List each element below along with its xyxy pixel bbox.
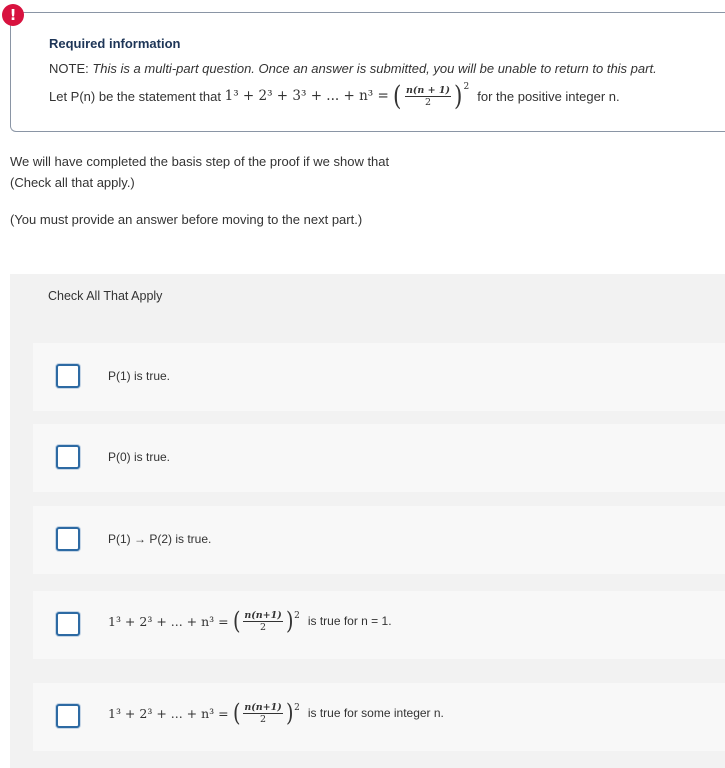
statement-prefix: Let P(n) be the statement that [49, 88, 221, 104]
checkbox[interactable] [56, 445, 80, 469]
option-p1-true[interactable]: P(1) is true. [33, 343, 725, 411]
exponent: 2 [294, 611, 300, 621]
option-label: P(0) is true. [108, 450, 171, 464]
close-paren: ) [285, 699, 294, 727]
formula-lhs: 1³ + 2³ + ... + n³ = [108, 705, 229, 721]
required-information-title: Required information [49, 36, 181, 51]
close-paren: ) [285, 607, 294, 635]
statement-suffix: for the positive integer n. [477, 88, 620, 104]
cata-header: Check All That Apply [48, 289, 163, 303]
open-paren: ( [232, 699, 241, 727]
statement-fraction: n(n + 1) 2 [404, 84, 451, 108]
checkbox[interactable] [56, 364, 80, 388]
question-line-2: (Check all that apply.) [10, 175, 135, 190]
fraction-denominator: 2 [260, 621, 267, 633]
formula-lhs: 1³ + 2³ + ... + n³ = [108, 613, 229, 629]
option-label: 1³ + 2³ + ... + n³ = ( n(n+1) 2 ) 2 is t… [108, 609, 392, 633]
option-label: P(1) → P(2) is true. [108, 532, 212, 546]
formula-fraction: n(n+1) 2 [243, 701, 283, 725]
option-label: 1³ + 2³ + ... + n³ = ( n(n+1) 2 ) 2 is t… [108, 701, 444, 725]
option-formula-some-integer[interactable]: 1³ + 2³ + ... + n³ = ( n(n+1) 2 ) 2 is t… [33, 683, 725, 751]
note-prefix: NOTE: [49, 61, 89, 76]
fraction-numerator: n(n + 1) [404, 84, 451, 97]
checkbox[interactable] [56, 612, 80, 636]
open-paren: ( [393, 80, 402, 112]
fraction-numerator: n(n+1) [243, 701, 283, 714]
fraction-numerator: n(n+1) [243, 609, 283, 622]
fraction-denominator: 2 [424, 96, 431, 108]
close-paren: ) [454, 80, 463, 112]
open-paren: ( [232, 607, 241, 635]
statement: Let P(n) be the statement that 1³ + 2³ +… [49, 80, 620, 112]
option-p1-implies-p2[interactable]: P(1) → P(2) is true. [33, 506, 725, 574]
fraction-denominator: 2 [260, 713, 267, 725]
exponent: 2 [463, 82, 470, 92]
note-body: This is a multi-part question. Once an a… [92, 61, 657, 76]
checkbox[interactable] [56, 527, 80, 551]
checkbox[interactable] [56, 704, 80, 728]
note-text: NOTE: This is a multi-part question. Onc… [49, 61, 657, 76]
option-p0-true[interactable]: P(0) is true. [33, 424, 725, 492]
formula-suffix: is true for some integer n. [307, 706, 444, 720]
statement-lhs: 1³ + 2³ + 3³ + ... + n³ = [224, 88, 389, 104]
alert-icon: ! [2, 4, 24, 26]
option-label: P(1) is true. [108, 369, 171, 383]
formula-fraction: n(n+1) 2 [243, 609, 283, 633]
formula-suffix: is true for n = 1. [307, 614, 392, 628]
question-line-1: We will have completed the basis step of… [10, 154, 390, 169]
exponent: 2 [294, 703, 300, 713]
option-formula-n-equals-1[interactable]: 1³ + 2³ + ... + n³ = ( n(n+1) 2 ) 2 is t… [33, 591, 725, 659]
question-line-3: (You must provide an answer before movin… [10, 212, 363, 227]
check-all-that-apply-panel: Check All That Apply P(1) is true. P(0) … [10, 274, 725, 768]
